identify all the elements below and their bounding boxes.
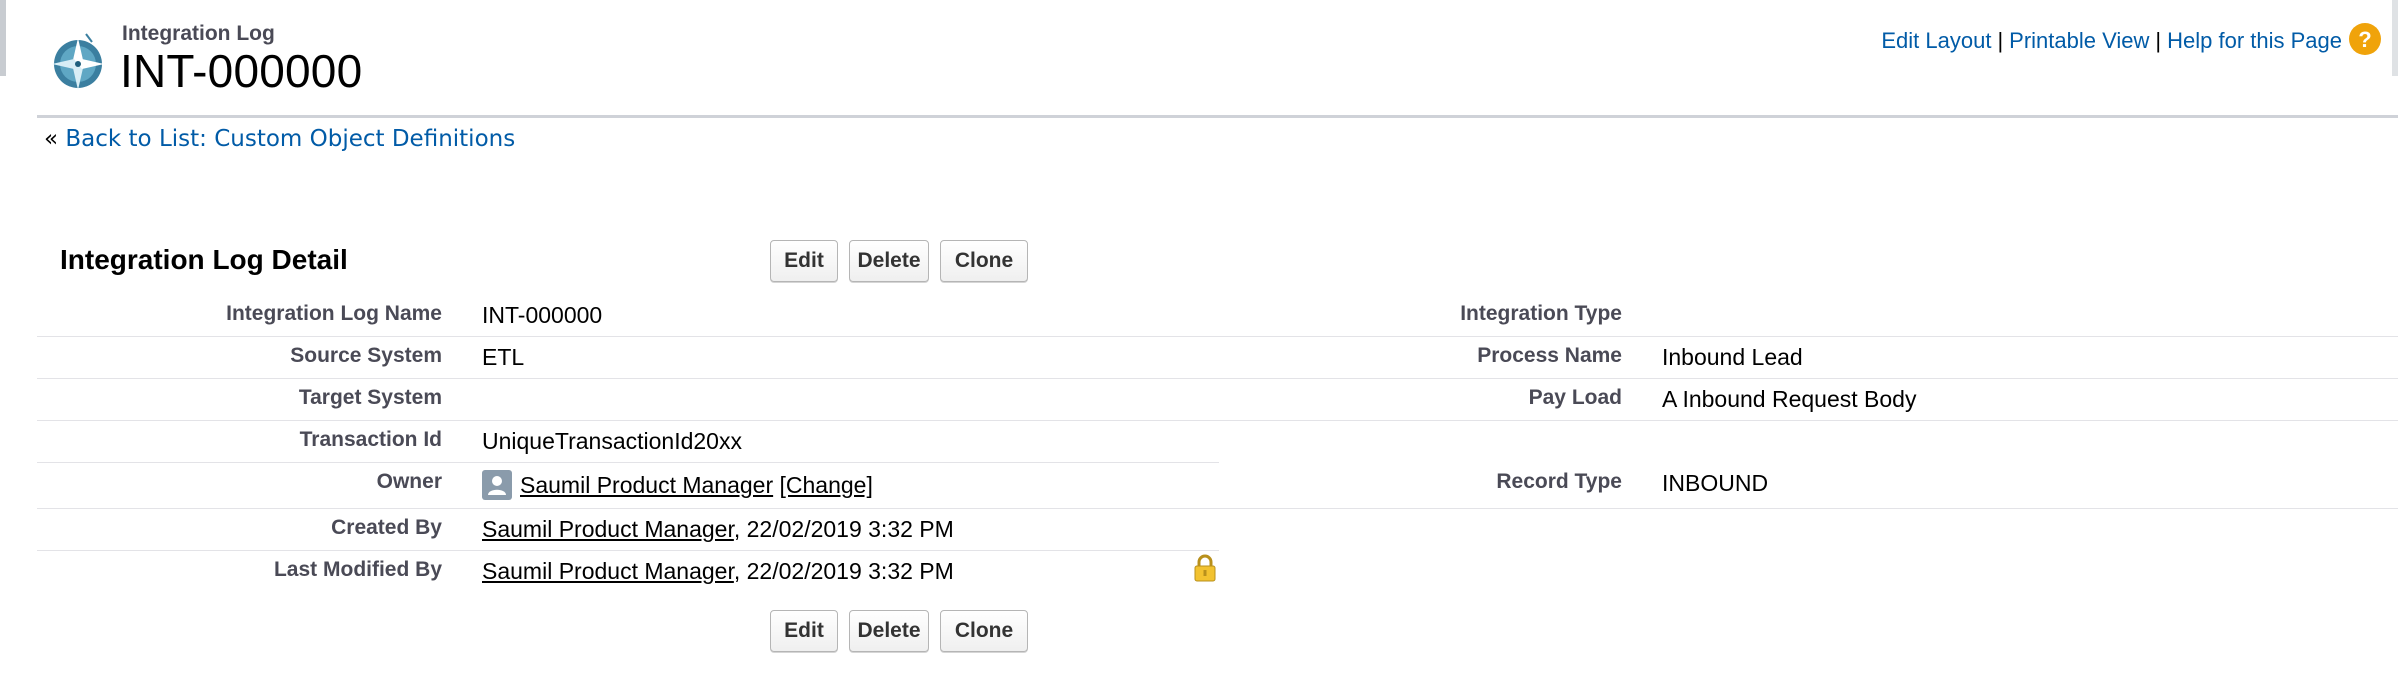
- row-divider: [37, 462, 1219, 463]
- help-for-page-link[interactable]: Help for this Page: [2167, 28, 2342, 53]
- field-value: UniqueTransactionId20xx: [482, 428, 742, 454]
- back-arrow: «: [44, 126, 59, 152]
- compass-icon: [52, 33, 104, 90]
- change-owner-link[interactable]: [Change]: [780, 472, 873, 498]
- row-divider: [37, 336, 2398, 337]
- section-title: Integration Log Detail: [60, 244, 348, 275]
- modified-by-value: Saumil Product Manager, 22/02/2019 3:32 …: [482, 558, 954, 585]
- breadcrumb: « Back to List: Custom Object Definition…: [44, 126, 515, 152]
- object-type-label: Integration Log: [122, 22, 275, 45]
- window-edge-right: [2392, 0, 2398, 76]
- field-label: Created By: [331, 516, 442, 539]
- svg-text:?: ?: [2358, 27, 2371, 52]
- owner-value: Saumil Product Manager [Change]: [482, 470, 873, 502]
- field-label: Transaction Id: [299, 428, 442, 451]
- printable-view-link[interactable]: Printable View: [2009, 28, 2149, 53]
- header-divider: [37, 115, 2398, 118]
- field-label: Owner: [376, 470, 442, 493]
- modified-by-link[interactable]: Saumil Product Manager: [482, 558, 734, 584]
- back-to-list-link[interactable]: Back to List: Custom Object Definitions: [65, 126, 515, 152]
- clone-button[interactable]: Clone: [940, 610, 1028, 652]
- link-separator: |: [2155, 28, 2162, 53]
- header-links: Edit Layout | Printable View | Help for this…: [1881, 28, 2342, 54]
- created-by-link[interactable]: Saumil Product Manager: [482, 516, 734, 542]
- field-value: INT-000000: [482, 302, 603, 328]
- field-value: INBOUND: [1662, 470, 1769, 496]
- field-label: Target System: [298, 386, 442, 409]
- field-value: Inbound Lead: [1662, 344, 1803, 370]
- link-separator: |: [1997, 28, 2004, 53]
- clone-button[interactable]: Clone: [940, 240, 1028, 282]
- created-date: , 22/02/2019 3:32 PM: [733, 516, 954, 542]
- modified-date: , 22/02/2019 3:32 PM: [733, 558, 954, 584]
- field-label: Last Modified By: [273, 558, 442, 581]
- delete-button[interactable]: Delete: [849, 240, 929, 282]
- button-row-bottom: Edit Delete Clone: [770, 610, 1028, 652]
- help-icon[interactable]: ?: [2348, 22, 2382, 56]
- edit-button[interactable]: Edit: [770, 610, 838, 652]
- page-title: INT-000000: [120, 45, 363, 97]
- field-label: Integration Log Name: [226, 302, 442, 325]
- field-label: Process Name: [1477, 344, 1622, 367]
- field-label: Integration Type: [1460, 302, 1622, 325]
- field-label: Source System: [290, 344, 442, 367]
- row-divider: [37, 550, 1219, 551]
- edit-button[interactable]: Edit: [770, 240, 838, 282]
- row-divider: [37, 378, 2398, 379]
- row-divider: [37, 420, 2398, 421]
- field-label: Pay Load: [1528, 386, 1622, 409]
- button-row-top: Edit Delete Clone: [770, 240, 1028, 282]
- window-edge-left: [0, 0, 6, 76]
- row-divider: [37, 508, 2398, 509]
- delete-button[interactable]: Delete: [849, 610, 929, 652]
- user-avatar-icon: [482, 470, 512, 500]
- field-value: ETL: [482, 344, 525, 370]
- owner-link[interactable]: Saumil Product Manager: [520, 472, 773, 498]
- lock-icon: [1194, 554, 1216, 582]
- field-label: Record Type: [1496, 470, 1622, 493]
- field-value: A Inbound Request Body: [1662, 386, 1917, 412]
- created-by-value: Saumil Product Manager, 22/02/2019 3:32 …: [482, 516, 954, 543]
- edit-layout-link[interactable]: Edit Layout: [1881, 28, 1991, 53]
